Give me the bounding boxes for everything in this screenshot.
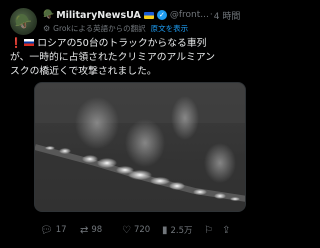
russia-flag-icon — [24, 39, 35, 46]
tweet-text-line: ❗ ロシアの50台のトラックからなる車列 — [10, 37, 246, 51]
verified-badge-icon: ✓ — [156, 10, 167, 20]
tweet-text-line-2: が、一時的に占領されたクリミアのアルミアン — [10, 52, 216, 63]
view-count: 2.5万 — [170, 226, 193, 236]
ukraine-flag-icon — [143, 11, 154, 19]
retweet-button[interactable]: ⇄ 98 — [80, 225, 122, 236]
user-handle[interactable]: @front... — [170, 10, 209, 20]
tweet-text-line-3: スクの橋近くで攻撃されました。 — [10, 66, 157, 77]
tweet-actions: 💬︎ 17 ⇄ 98 ♡ 720 ▮ 2.5万 ⚐ ⇪ — [40, 222, 246, 238]
tweet-text-line-1: ロシアの50台のトラックからなる車列 — [37, 38, 207, 49]
bar-chart-icon: ▮ — [162, 224, 168, 236]
display-name[interactable]: MilitaryNewsUA — [56, 10, 141, 21]
post-time[interactable]: 4 時間 — [214, 9, 241, 22]
retweet-icon: ⇄ — [80, 224, 89, 236]
tweet-header: 🪖 MilitaryNewsUA ✓ @front... · 4 時間 — [43, 8, 246, 22]
bookmark-button[interactable]: ⚐ — [204, 225, 222, 236]
separator: · — [209, 10, 213, 20]
tweet-media-video[interactable] — [34, 82, 246, 212]
reply-button[interactable]: 💬︎ 17 — [40, 225, 80, 236]
views-button[interactable]: ▮ 2.5万 — [162, 224, 204, 237]
translated-by-label: Grokによる英語からの翻訳 — [53, 23, 146, 33]
gear-icon: ⚙ — [43, 23, 51, 33]
like-button[interactable]: ♡ 720 — [122, 225, 162, 236]
like-count: 720 — [133, 225, 151, 235]
thermal-video-frame — [35, 83, 245, 211]
reply-icon: 💬︎ — [40, 224, 53, 236]
helmet-icon: 🪖 — [43, 10, 55, 20]
avatar[interactable]: 🪖 — [10, 8, 37, 35]
share-button[interactable]: ⇪ — [222, 225, 236, 236]
soldier-avatar-icon: 🪖 — [14, 13, 33, 30]
bookmark-icon: ⚐ — [204, 224, 213, 236]
reply-count: 17 — [55, 225, 67, 235]
translation-notice: ⚙ Grokによる英語からの翻訳 原文を表示 — [43, 22, 246, 34]
exclamation-icon: ❗ — [10, 38, 23, 49]
show-original-link[interactable]: 原文を表示 — [151, 23, 189, 34]
share-icon: ⇪ — [222, 224, 231, 236]
heart-icon: ♡ — [122, 224, 131, 236]
tweet-text: ❗ ロシアの50台のトラックからなる車列 が、一時的に占領されたクリミアのアルミア… — [10, 37, 246, 79]
retweet-count: 98 — [91, 225, 103, 235]
